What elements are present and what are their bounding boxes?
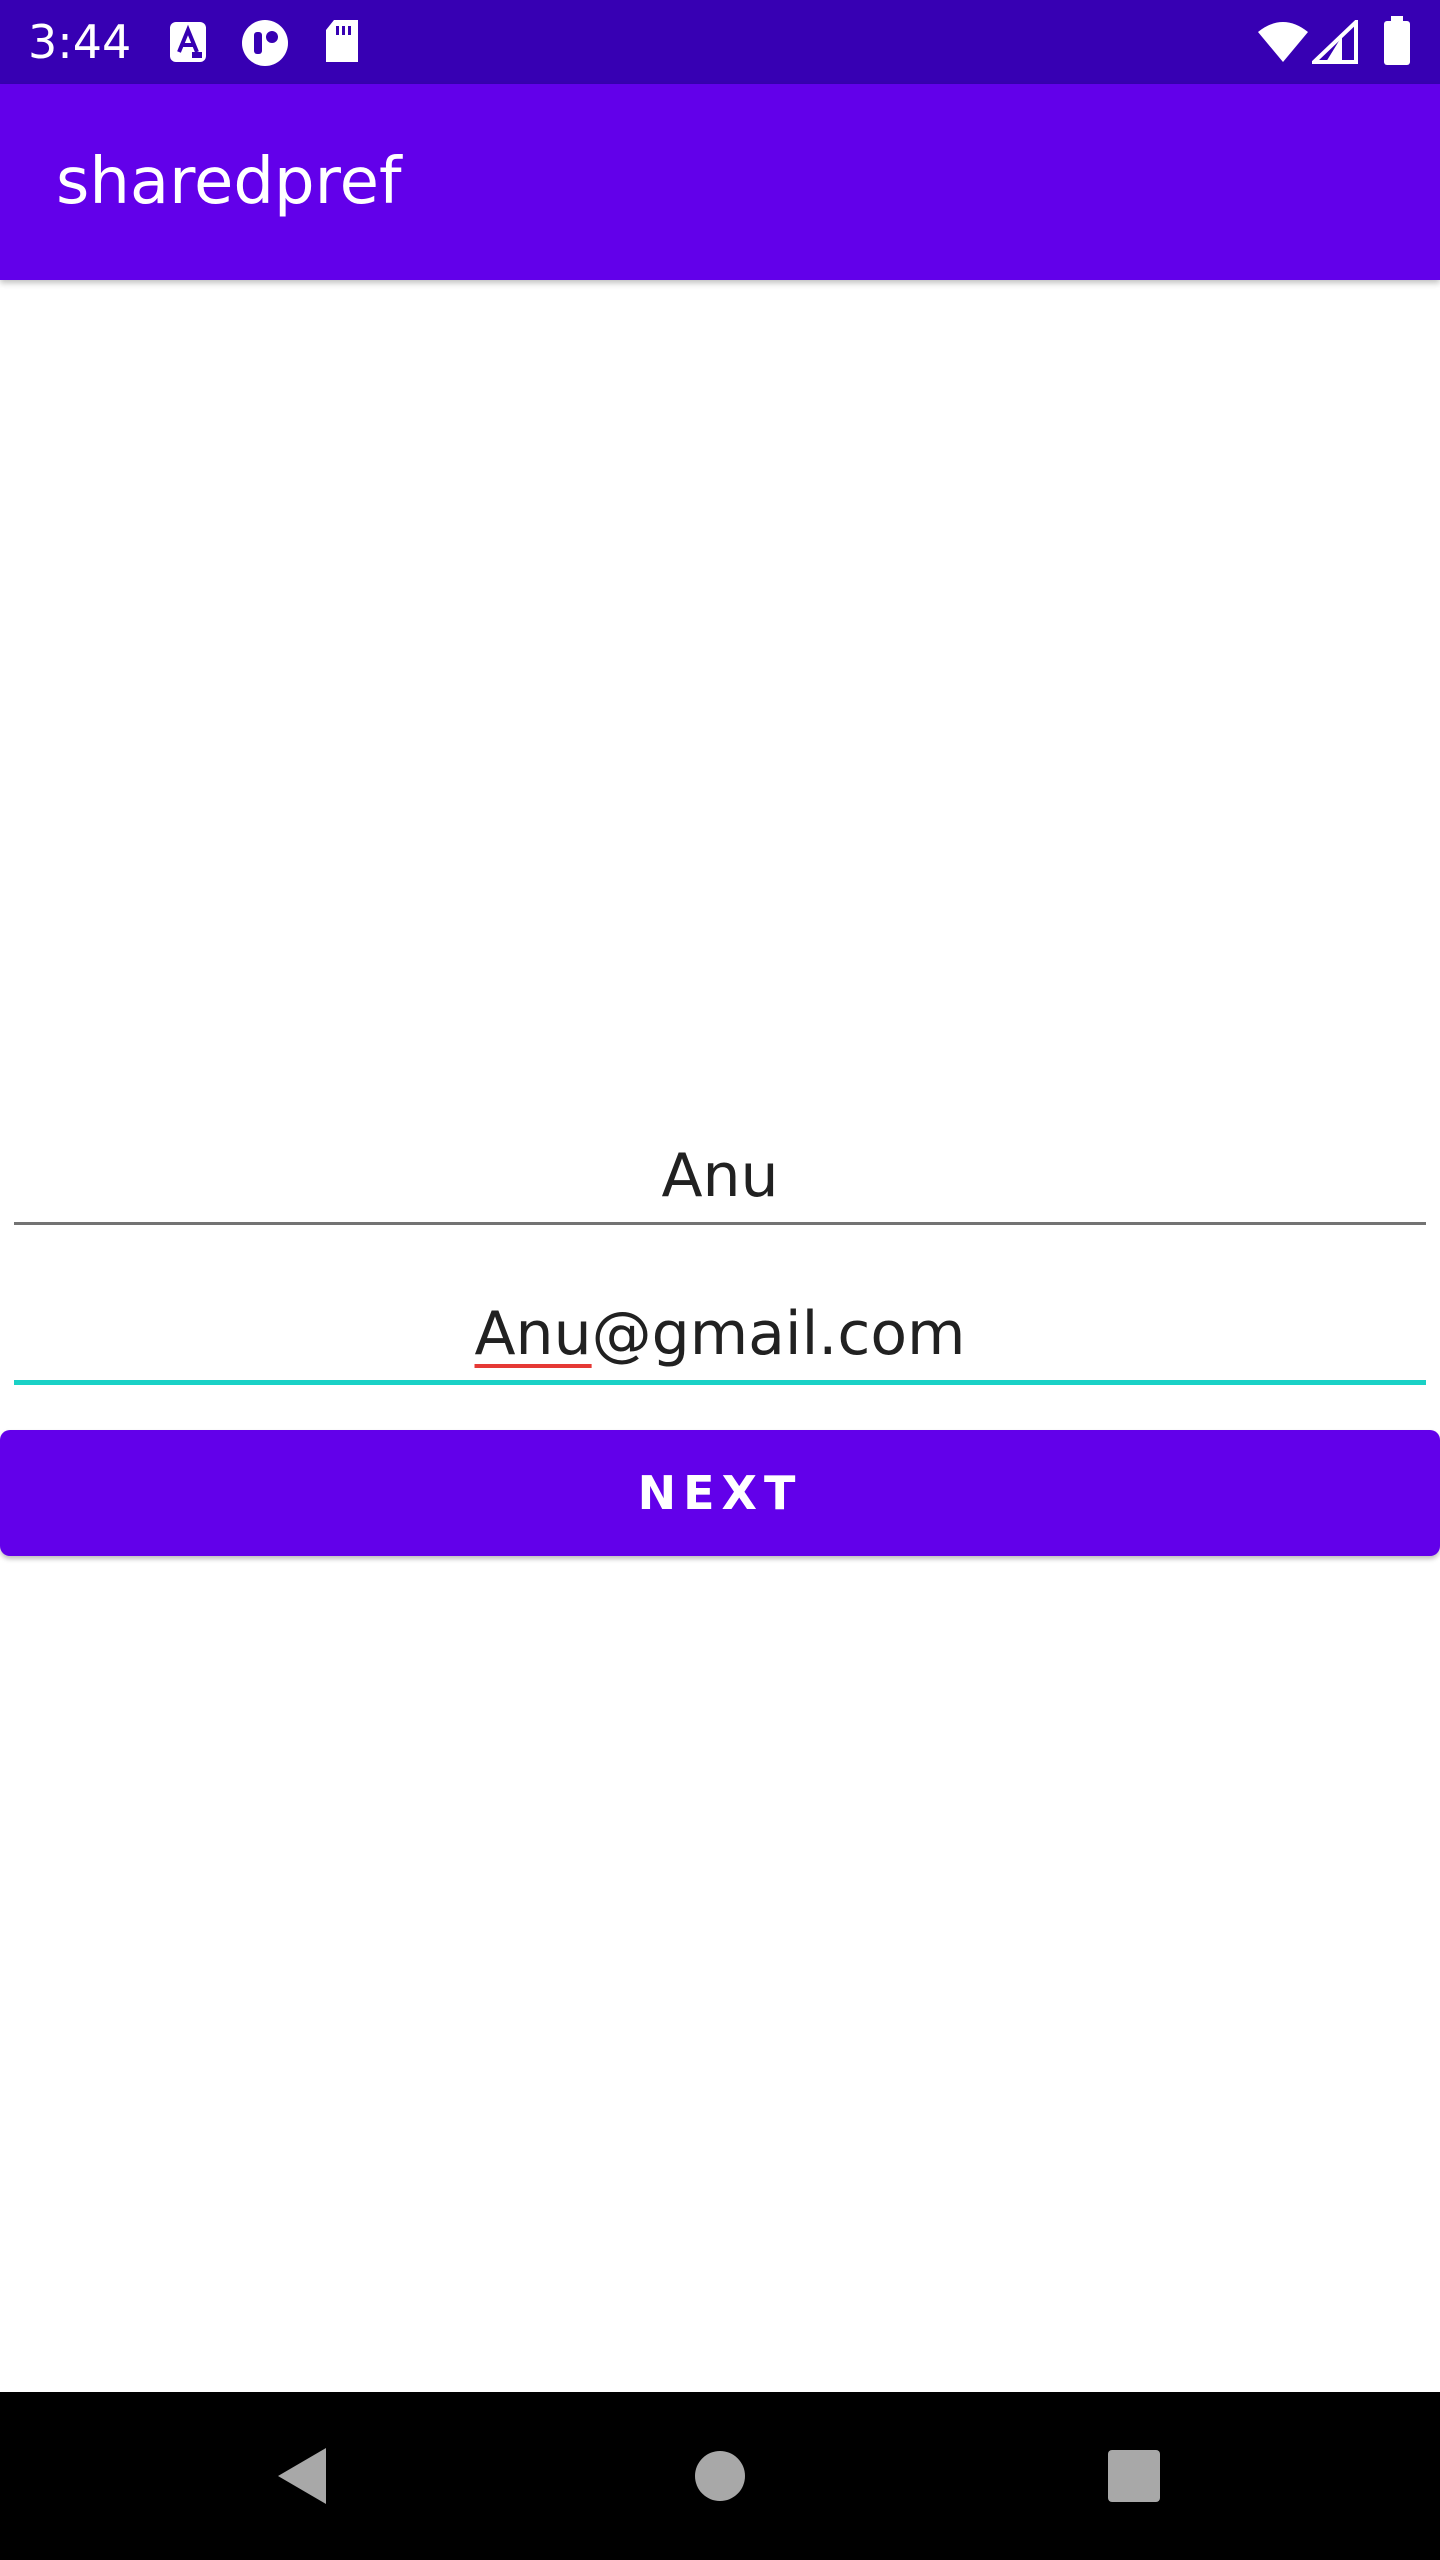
back-button[interactable] <box>218 2392 386 2560</box>
back-icon <box>278 2448 326 2504</box>
email-misspelled-part: Anu <box>474 1299 592 1369</box>
app-title: sharedpref <box>56 145 402 219</box>
email-input[interactable]: Anu@gmail.com <box>14 1288 1426 1385</box>
next-button[interactable]: NEXT <box>0 1430 1440 1556</box>
home-button[interactable] <box>636 2392 804 2560</box>
battery-icon <box>1382 16 1412 71</box>
navigation-bar <box>0 2392 1440 2560</box>
recents-icon <box>1108 2450 1160 2502</box>
recents-button[interactable] <box>1050 2392 1218 2560</box>
sd-card-icon <box>322 18 362 71</box>
status-time: 3:44 <box>28 15 132 69</box>
wifi-icon <box>1256 20 1310 69</box>
email-input-value-rest: @gmail.com <box>591 1299 966 1369</box>
app-bar: sharedpref <box>0 84 1440 280</box>
signal-icon <box>1309 17 1358 69</box>
home-icon <box>695 2451 745 2501</box>
a-notification-icon <box>168 18 208 71</box>
name-input-value: Anu <box>661 1141 779 1211</box>
status-bar: 3:44 <box>0 0 1440 84</box>
circle-notification-icon <box>240 18 290 73</box>
name-input[interactable]: Anu <box>14 1130 1426 1225</box>
